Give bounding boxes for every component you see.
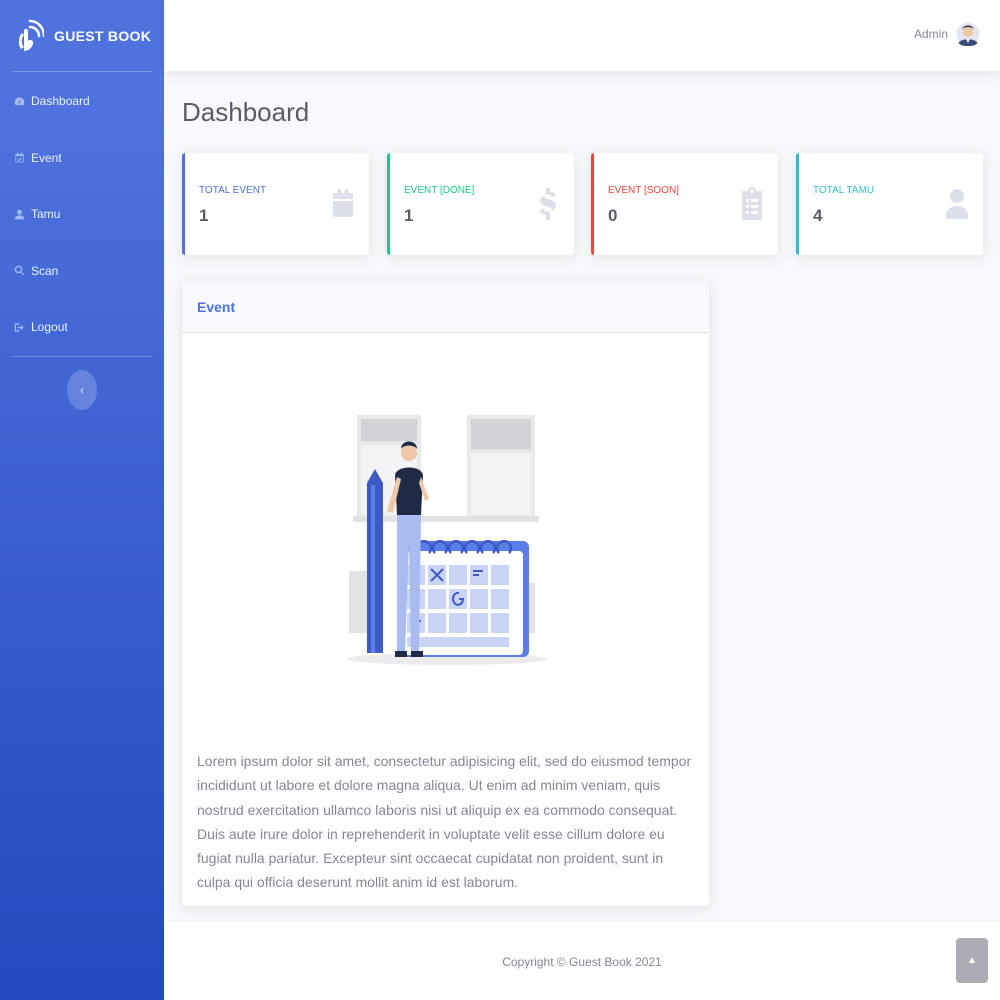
copyright-text: Copyright © Guest Book 2021 [502, 955, 662, 969]
sidebar-toggle-button[interactable]: ‹ [67, 370, 97, 410]
stat-card-accent [796, 153, 799, 255]
event-card-header: Event [182, 281, 709, 333]
event-card: Event Lorem ipsum dolor sit amet, consec… [182, 281, 709, 906]
stat-card-accent [387, 153, 390, 255]
stat-value: 1 [199, 206, 209, 225]
stat-card-accent [182, 153, 185, 255]
user-name: Admin [913, 27, 948, 41]
topbar: Admin [164, 0, 1000, 71]
sidebar-item-event[interactable]: Event [0, 130, 164, 187]
scroll-to-top-button[interactable]: ▲ [956, 938, 988, 983]
sidebar-item-label: Scan [31, 263, 59, 278]
event-card-title: Event [197, 298, 236, 315]
footer: Copyright © Guest Book 2021 [164, 922, 1000, 1000]
stat-label: TOTAL EVENT [199, 185, 267, 196]
sidebar-item-label: Tamu [31, 207, 61, 222]
sidebar: GUEST BOOK Dashboard Event Tamu Scan Log… [0, 0, 164, 1000]
stat-label: EVENT [DONE] [404, 185, 475, 196]
stat-card-total-tamu: TOTAL TAMU 4 [796, 153, 983, 255]
stat-value: 1 [404, 206, 414, 225]
event-illustration [347, 415, 547, 665]
dollar-icon [536, 187, 560, 221]
sidebar-item-logout[interactable]: Logout [0, 299, 164, 356]
sign-out-icon [12, 320, 26, 334]
brand-name: GUEST BOOK [54, 27, 152, 44]
clipboard-list-icon [740, 187, 764, 221]
stat-card-accent [591, 153, 594, 255]
user-icon [12, 207, 26, 221]
stat-label: TOTAL TAMU [813, 185, 875, 196]
stat-label: EVENT [SOON] [608, 185, 679, 196]
stat-card-total-event: TOTAL EVENT 1 [182, 153, 369, 255]
event-description: Lorem ipsum dolor sit amet, consectetur … [197, 753, 692, 891]
calendar-check-icon [12, 151, 26, 165]
stat-card-event-soon: EVENT [SOON] 0 [591, 153, 778, 255]
sidebar-item-dashboard[interactable]: Dashboard [0, 73, 164, 130]
sidebar-item-label: Logout [31, 320, 68, 335]
user-menu[interactable]: Admin [914, 18, 980, 50]
search-icon [12, 264, 26, 278]
sidebar-item-scan[interactable]: Scan [0, 243, 164, 300]
avatar [956, 22, 980, 46]
stat-card-event-done: EVENT [DONE] 1 [387, 153, 574, 255]
sidebar-divider [12, 71, 152, 72]
wifi-hand-logo-icon [18, 19, 44, 51]
sidebar-divider [12, 355, 152, 357]
sidebar-item-label: Dashboard [31, 94, 90, 109]
sidebar-item-tamu[interactable]: Tamu [0, 186, 164, 243]
stat-value: 4 [813, 206, 823, 225]
page-title: Dashboard [182, 97, 310, 127]
sidebar-item-label: Event [31, 150, 62, 165]
stat-value: 0 [608, 206, 618, 225]
brand[interactable]: GUEST BOOK [0, 0, 164, 71]
user-icon [945, 187, 969, 221]
tachometer-icon [12, 94, 26, 108]
calendar-icon [331, 187, 355, 221]
